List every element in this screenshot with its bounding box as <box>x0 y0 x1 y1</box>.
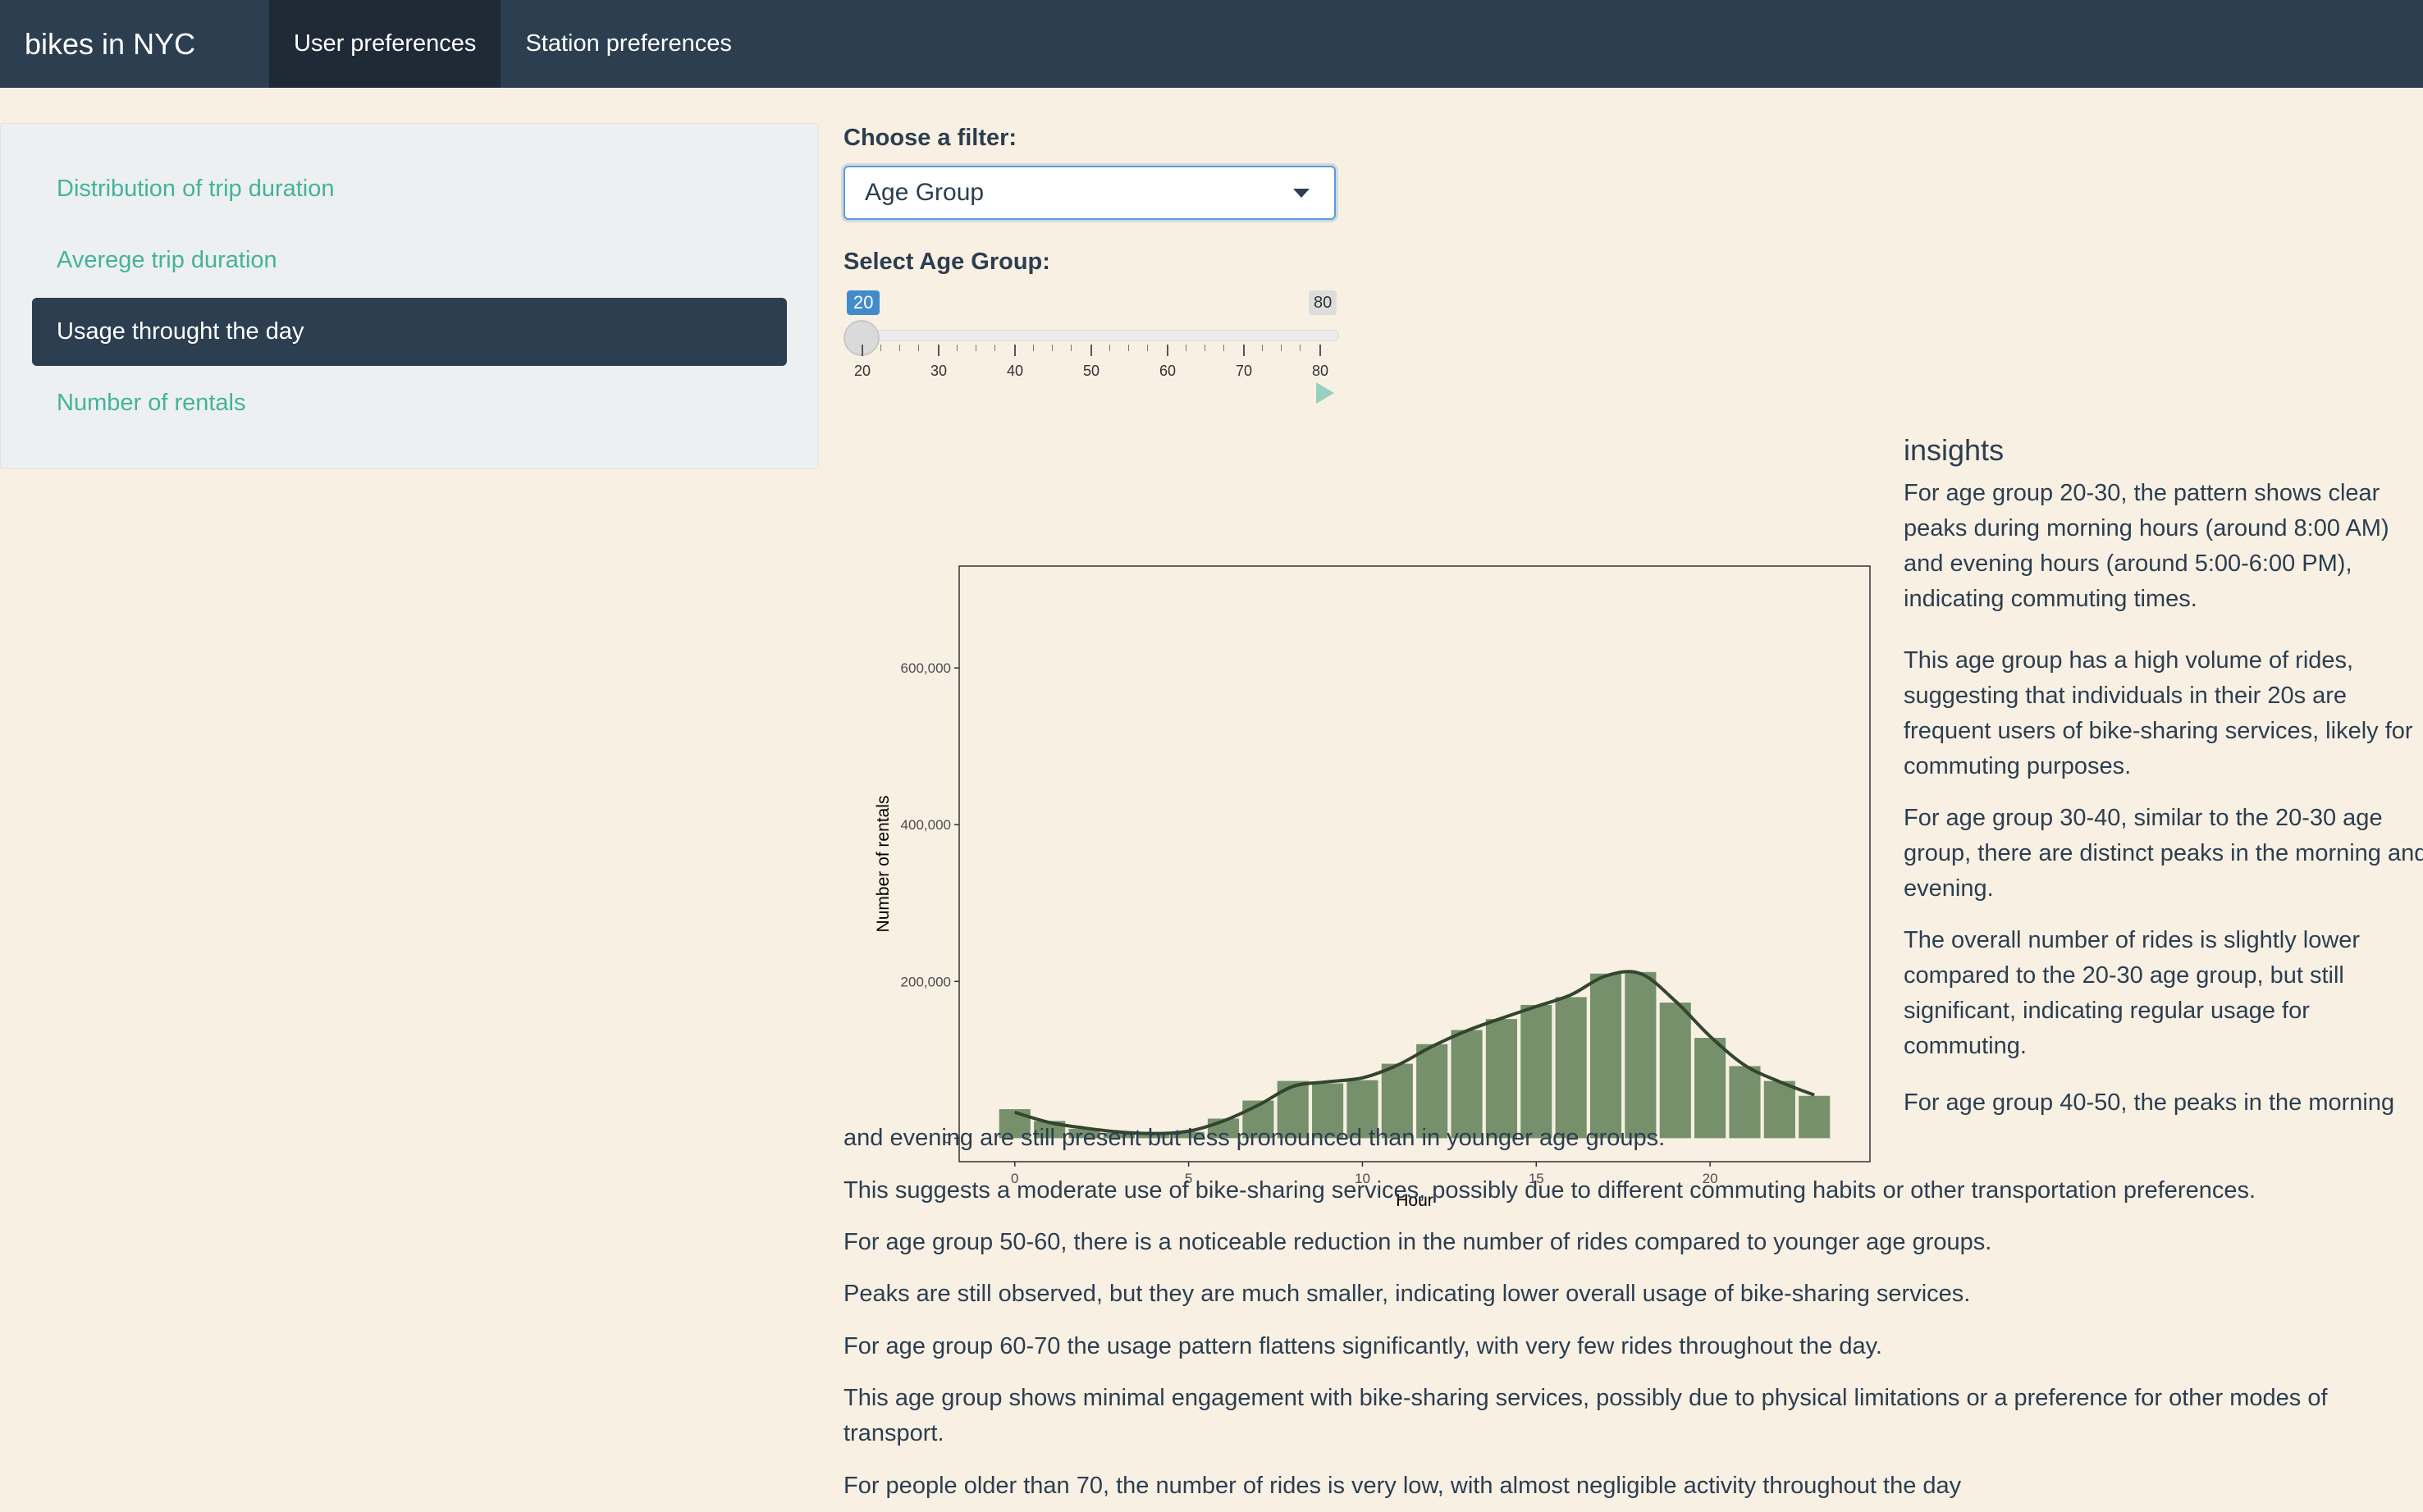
y-axis-label: Number of rentals <box>874 796 893 933</box>
y-tick-label: 600,000 <box>901 660 951 676</box>
slider-tick-label: 70 <box>1235 363 1253 379</box>
tab-user-preferences[interactable]: User preferences <box>269 0 501 88</box>
chart-bar <box>1763 1080 1795 1139</box>
chart-bar <box>1520 1004 1552 1139</box>
insight-line: Peaks are still observed, but they are m… <box>843 1281 1971 1307</box>
slider-tick-label: 40 <box>1006 363 1024 379</box>
insight-line: commuting purposes. <box>1904 753 2132 779</box>
insight-line: For age group 50-60, there is a noticeab… <box>843 1229 1992 1255</box>
insight-line: evening. <box>1904 875 1994 902</box>
insight-line: and evening are still present but less p… <box>843 1125 1666 1151</box>
filter-label: Choose a filter: <box>843 125 1017 151</box>
usage-chart: 0 200,000 400,000 600,000 0 5 10 15 20 Hour Number… <box>843 435 1890 1214</box>
age-range-slider[interactable]: 20 80 20 30 40 50 60 70 80 <box>843 287 1352 404</box>
insight-line: For people older than 70, the number of … <box>843 1473 1962 1499</box>
insight-line: This age group has a high volume of ride… <box>1904 647 2354 674</box>
slider-max-value: 80 <box>1309 290 1337 315</box>
slider-tick-label: 50 <box>1082 363 1100 379</box>
chart-bar <box>1589 973 1622 1139</box>
slider-tick <box>1014 345 1016 356</box>
insight-line: For age group 60-70 the usage pattern fl… <box>843 1333 1882 1359</box>
y-tick-label: 200,000 <box>901 974 951 989</box>
insight-line: suggesting that individuals in their 20s… <box>1904 683 2348 709</box>
insight-line: The overall number of rides is slightly … <box>1904 927 2361 953</box>
insight-line: This suggests a moderate use of bike-sha… <box>843 1177 2256 1204</box>
insight-line: indicating commuting times. <box>1904 586 2197 612</box>
slider-label: Select Age Group: <box>843 249 1050 275</box>
chart-bar <box>1625 971 1657 1139</box>
insights-title: insights <box>1904 433 2005 467</box>
play-icon[interactable] <box>1316 382 1334 404</box>
sidebar-item-usage-through-day[interactable]: Usage throught the day <box>32 298 787 366</box>
insight-line: This age group shows minimal engagement … <box>843 1385 2328 1411</box>
slider-track[interactable] <box>862 330 1339 341</box>
chart-bar <box>1659 1003 1691 1139</box>
insight-line: peaks during morning hours (around 8:00 … <box>1904 515 2389 541</box>
chart-bar <box>1799 1095 1831 1139</box>
insight-line: commuting. <box>1904 1033 2027 1059</box>
top-navbar: bikes in NYC User preferences Station pr… <box>0 0 2423 88</box>
slider-tick <box>862 345 863 356</box>
insight-line: For age group 30-40, similar to the 20-3… <box>1904 805 2383 831</box>
slider-tick <box>1090 345 1092 356</box>
slider-tick <box>938 345 939 356</box>
sidebar-item-number-of-rentals[interactable]: Number of rentals <box>32 369 787 437</box>
slider-min-value: 20 <box>847 290 880 315</box>
insight-line: For age group 40-50, the peaks in the mo… <box>1904 1089 2395 1116</box>
sidebar-item-trip-duration-distribution[interactable]: Distribution of trip duration <box>32 155 787 223</box>
tab-station-preferences[interactable]: Station preferences <box>501 0 756 88</box>
slider-tick <box>1319 345 1321 356</box>
filter-selected-value: Age Group <box>865 179 985 206</box>
chevron-down-icon <box>1293 189 1310 198</box>
y-tick-label: 400,000 <box>901 817 951 833</box>
usage-chart-svg: 0200,000400,000600,0000 5 10 15 20HourNumber… <box>874 565 1871 1210</box>
slider-tick-label: 60 <box>1159 363 1177 379</box>
insight-line: and evening hours (around 5:00-6:00 PM), <box>1904 550 2352 577</box>
insight-line: compared to the 20-30 age group, but sti… <box>1904 962 2344 989</box>
app-brand[interactable]: bikes in NYC <box>0 0 269 88</box>
slider-tick-label: 80 <box>1311 363 1329 379</box>
slider-tick-label: 20 <box>853 363 871 379</box>
chart-bar <box>1694 1038 1726 1139</box>
insight-line: significant, indicating regular usage fo… <box>1904 998 2310 1024</box>
insight-line: frequent users of bike-sharing services,… <box>1904 718 2413 744</box>
chart-bar <box>1555 997 1587 1139</box>
slider-tick <box>1243 345 1245 356</box>
sidebar-item-average-trip-duration[interactable]: Averege trip duration <box>32 226 787 295</box>
slider-tick-label: 30 <box>930 363 948 379</box>
slider-tick <box>1167 345 1168 356</box>
sidebar-nav: Distribution of trip duration Averege tr… <box>0 123 819 469</box>
filter-select[interactable]: Age Group <box>843 166 1336 220</box>
insight-line: group, there are distinct peaks in the m… <box>1904 840 2423 866</box>
insight-line: transport. <box>843 1420 944 1446</box>
insight-line: For age group 20-30, the pattern shows c… <box>1904 480 2380 506</box>
chart-bar <box>1729 1066 1761 1139</box>
